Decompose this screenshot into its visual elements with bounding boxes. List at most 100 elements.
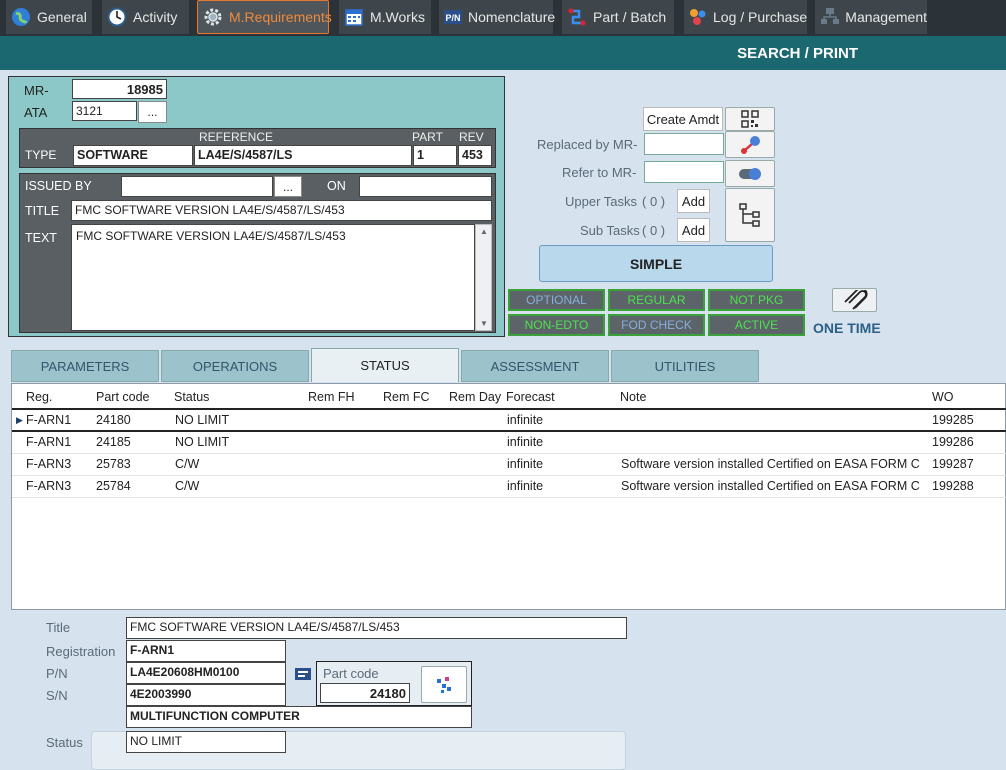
column-header[interactable]: Rem Day	[449, 390, 501, 404]
paperclip-icon	[843, 290, 868, 310]
detail-sn-field[interactable]: 4E2003990	[126, 684, 286, 706]
refer-to-label: Refer to MR-	[562, 165, 637, 180]
column-header[interactable]: Forecast	[506, 390, 555, 404]
upper-tasks-label: Upper Tasks	[565, 194, 638, 209]
text-scrollbar[interactable]: ▲ ▼	[475, 224, 492, 331]
tab-label: Nomenclature	[468, 9, 556, 25]
detail-registration-field[interactable]: F-ARN1	[126, 640, 286, 662]
column-header[interactable]: Part code	[96, 390, 150, 404]
flag-optional[interactable]: OPTIONAL	[508, 289, 605, 311]
tab-log-purchase[interactable]: Log / Purchase	[684, 0, 807, 34]
cell-reg: F-ARN1	[26, 413, 72, 427]
ata-field[interactable]: 3121	[72, 101, 137, 121]
ata-browse-button[interactable]: ...	[138, 101, 167, 123]
column-header[interactable]: Rem FC	[383, 390, 430, 404]
part-header: PART	[412, 130, 443, 144]
cell-note: Software version installed Certified on …	[621, 479, 920, 493]
issued-by-field[interactable]	[121, 176, 273, 197]
tab-utilities[interactable]: UTILITIES	[611, 350, 759, 382]
attachment-button[interactable]	[832, 288, 877, 312]
table-row[interactable]: ▶ F-ARN1 24180 NO LIMIT infinite 199285	[12, 410, 1006, 432]
text-label: TEXT	[25, 231, 57, 245]
table-row[interactable]: F-ARN1 24185 NO LIMIT infinite 199286	[12, 432, 1006, 454]
text-area[interactable]: FMC SOFTWARE VERSION LA4E/S/4587/LS/453	[71, 224, 475, 331]
pn-lookup-button[interactable]	[292, 664, 314, 684]
cell-wo: 199287	[932, 457, 974, 471]
detail-title-field[interactable]: FMC SOFTWARE VERSION LA4E/S/4587/LS/453	[126, 617, 627, 639]
tab-activity[interactable]: Activity	[102, 0, 189, 34]
column-header[interactable]: Status	[174, 390, 209, 404]
tab-operations[interactable]: OPERATIONS	[161, 350, 309, 382]
issued-by-browse-button[interactable]: ...	[274, 176, 302, 197]
flag-label: NOT PKG	[729, 293, 784, 307]
column-header[interactable]: Reg.	[26, 390, 52, 404]
row-selector-icon: ▶	[16, 415, 23, 425]
detail-description-field[interactable]: MULTIFUNCTION COMPUTER	[126, 706, 472, 728]
refer-to-field[interactable]	[644, 161, 724, 183]
detail-sn-label: S/N	[46, 688, 68, 703]
title-label: TITLE	[25, 204, 60, 218]
title-field[interactable]: FMC SOFTWARE VERSION LA4E/S/4587/LS/453	[71, 200, 492, 221]
mr-label: MR-	[24, 83, 49, 98]
upper-tasks-add-button[interactable]: Add	[677, 189, 710, 213]
scroll-down-icon[interactable]: ▼	[480, 319, 488, 328]
column-header[interactable]: Rem FH	[308, 390, 355, 404]
mr-number-field[interactable]: 18985	[72, 79, 167, 99]
part-field[interactable]: 1	[413, 145, 457, 166]
tab-management[interactable]: Management	[815, 0, 927, 34]
part-code-label: Part code	[323, 666, 379, 681]
tab-m-works[interactable]: M.Works	[339, 0, 431, 34]
detail-pn-field[interactable]: LA4E20608HM0100	[126, 662, 286, 684]
on-date-field[interactable]	[359, 176, 492, 197]
rev-field[interactable]: 453	[458, 145, 492, 166]
title-bar: SEARCH / PRINT	[0, 36, 1006, 70]
column-header[interactable]: Note	[620, 390, 646, 404]
replaced-by-label: Replaced by MR-	[537, 137, 638, 152]
create-amdt-button[interactable]: Create Amdt	[643, 107, 723, 131]
tab-part-batch[interactable]: Part / Batch	[562, 0, 674, 34]
simple-button[interactable]: SIMPLE	[539, 245, 773, 282]
tab-nomenclature[interactable]: P/N Nomenclature	[439, 0, 556, 34]
replaced-link-button[interactable]	[725, 131, 775, 158]
part-code-field[interactable]: 24180	[320, 683, 410, 703]
cell-part-code: 24180	[96, 413, 131, 427]
tab-status[interactable]: STATUS	[311, 348, 459, 382]
cell-forecast: infinite	[507, 413, 544, 427]
flag-active[interactable]: ACTIVE	[708, 314, 805, 336]
table-row[interactable]: F-ARN3 25784 C/W infinite Software versi…	[12, 476, 1006, 498]
issued-by-label: ISSUED BY	[25, 179, 92, 193]
sub-tasks-count: ( 0 )	[642, 223, 666, 238]
sub-tasks-add-button[interactable]: Add	[677, 218, 710, 242]
route-icon	[566, 6, 588, 28]
link-out-icon	[741, 135, 760, 154]
tab-m-requirements[interactable]: M.Requirements	[197, 0, 332, 34]
detail-status-field[interactable]: NO LIMIT	[126, 731, 286, 753]
refer-link-button[interactable]	[725, 160, 775, 187]
tab-label: M.Works	[370, 9, 425, 25]
flag-not-pkg[interactable]: NOT PKG	[708, 289, 805, 311]
tab-label: Management	[845, 9, 927, 25]
qr-code-button[interactable]	[725, 107, 775, 131]
replaced-by-field[interactable]	[644, 133, 724, 155]
scroll-up-icon[interactable]: ▲	[480, 227, 488, 236]
task-tree-button[interactable]	[725, 188, 775, 242]
tab-parameters[interactable]: PARAMETERS	[11, 350, 159, 382]
flag-label: FOD CHECK	[621, 318, 692, 332]
column-header[interactable]: WO	[932, 390, 954, 404]
toggle-link-icon	[739, 167, 761, 180]
tab-assessment[interactable]: ASSESSMENT	[461, 350, 609, 382]
cell-note: Software version installed Certified on …	[621, 457, 920, 471]
reference-field[interactable]: LA4E/S/4587/LS	[194, 145, 412, 166]
on-label: ON	[327, 179, 346, 193]
tab-general[interactable]: General	[6, 0, 92, 34]
tab-label: M.Requirements	[229, 9, 332, 25]
flag-non-edto[interactable]: NON-EDTO	[508, 314, 605, 336]
flag-regular[interactable]: REGULAR	[608, 289, 705, 311]
flag-fod-check[interactable]: FOD CHECK	[608, 314, 705, 336]
flag-label: OPTIONAL	[526, 293, 587, 307]
type-field[interactable]: SOFTWARE	[73, 145, 193, 166]
cell-part-code: 24185	[96, 435, 131, 449]
part-code-lookup-button[interactable]	[421, 666, 467, 703]
table-row[interactable]: F-ARN3 25783 C/W infinite Software versi…	[12, 454, 1006, 476]
cell-part-code: 25783	[96, 457, 131, 471]
